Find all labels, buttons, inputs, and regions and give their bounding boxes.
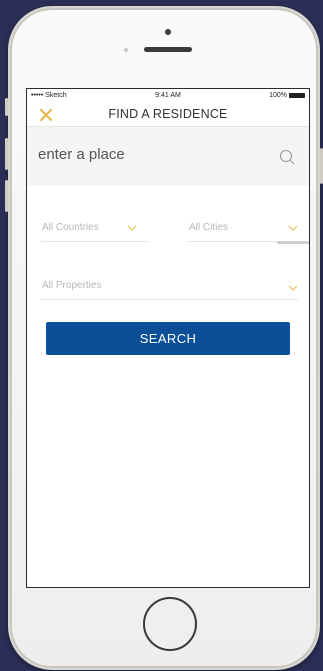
nav-bar: FIND A RESIDENCE [27,103,309,127]
earpiece-speaker [144,47,192,52]
front-camera [165,29,171,35]
home-button[interactable] [143,597,197,651]
status-time: 9:41 AM [155,92,181,99]
volume-up-button [5,138,8,170]
app-screen: ••••• Sketch 9:41 AM 100% FIND A RESIDEN… [26,88,310,588]
search-icon[interactable] [279,149,295,165]
scroll-indicator [277,241,309,244]
battery-percent: 100% [269,92,287,99]
city-select[interactable]: All Cities [188,217,298,242]
city-select-label: All Cities [189,222,228,233]
filter-panel: All Countries All Cities All Properties … [27,186,309,486]
property-select-label: All Properties [42,280,102,291]
search-bar [27,127,309,186]
country-select-label: All Countries [42,222,99,233]
search-input[interactable] [38,146,258,163]
property-select[interactable]: All Properties [41,275,298,300]
sensor-dot [124,48,128,52]
status-bar: ••••• Sketch 9:41 AM 100% [27,89,309,103]
volume-down-button [5,180,8,212]
chevron-down-icon [288,285,298,291]
search-button[interactable]: SEARCH [46,322,290,355]
battery-status: 100% [269,92,305,99]
chevron-down-icon [288,225,298,231]
page-title: FIND A RESIDENCE [108,107,228,121]
country-select[interactable]: All Countries [41,217,149,242]
chevron-down-icon [127,225,137,231]
mute-switch [5,98,8,116]
battery-icon [289,93,305,98]
